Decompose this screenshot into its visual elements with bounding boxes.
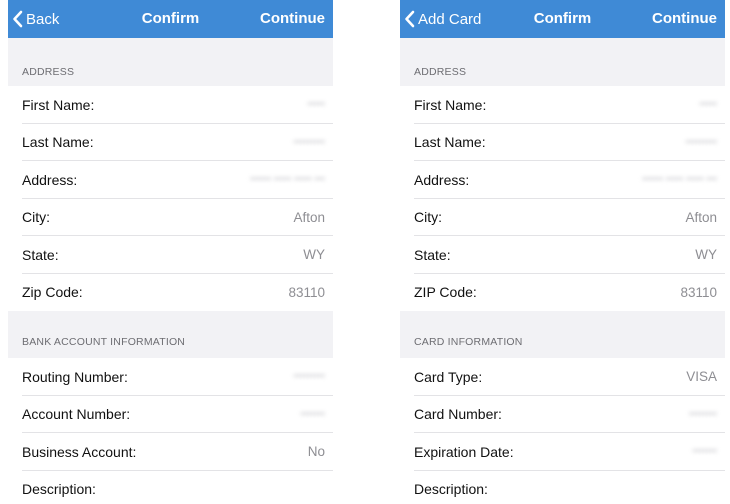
address-value: •••••• ••••• ••••• ••• — [642, 174, 717, 186]
row-label: Address: — [22, 171, 78, 188]
card-confirm-screen: Add Card Confirm Continue ADDRESS First … — [400, 0, 725, 504]
first-name-value: ••••• — [307, 99, 325, 111]
last-name-value: ••••••••• — [685, 136, 717, 148]
city-value: Afton — [685, 209, 717, 225]
continue-button[interactable]: Continue — [260, 0, 325, 38]
row-label: Card Number: — [414, 406, 502, 423]
zip-code-row: ZIP Code: 83110 — [400, 274, 725, 312]
row-label: Zip Code: — [22, 284, 83, 301]
routing-number-value: ••••••••• — [293, 371, 325, 383]
state-row: State: WY — [400, 236, 725, 274]
expiration-date-row: Expiration Date: ••••••• — [400, 433, 725, 471]
row-label: Description: — [22, 481, 96, 498]
card-information-rows: Card Type: VISA Card Number: •••••••• Expi… — [400, 358, 725, 504]
row-label: First Name: — [414, 96, 487, 113]
city-row: City: Afton — [400, 199, 725, 237]
add-card-back-button[interactable]: Add Card — [404, 0, 481, 38]
zip-code-row: Zip Code: 83110 — [8, 274, 333, 312]
row-label: City: — [414, 209, 442, 226]
row-label: Description: — [414, 481, 488, 498]
description-row: Description: — [400, 471, 725, 504]
expiration-date-value: ••••••• — [692, 446, 717, 458]
city-row: City: Afton — [8, 199, 333, 237]
state-value: WY — [695, 247, 717, 263]
address-rows: First Name: ••••• Last Name: ••••••••• Add… — [8, 86, 333, 311]
first-name-row: First Name: ••••• — [400, 86, 725, 124]
account-number-value: ••••••• — [300, 408, 325, 420]
routing-number-row: Routing Number: ••••••••• — [8, 358, 333, 396]
address-rows: First Name: ••••• Last Name: ••••••••• Add… — [400, 86, 725, 311]
row-label: Business Account: — [22, 443, 137, 460]
row-label: Last Name: — [414, 134, 486, 151]
card-number-value: •••••••• — [688, 408, 717, 420]
chevron-left-icon — [405, 10, 415, 28]
row-label: ZIP Code: — [414, 284, 477, 301]
row-label: Expiration Date: — [414, 443, 514, 460]
last-name-row: Last Name: ••••••••• — [8, 124, 333, 162]
business-account-row: Business Account: No — [8, 433, 333, 471]
state-row: State: WY — [8, 236, 333, 274]
row-label: First Name: — [22, 96, 95, 113]
continue-button[interactable]: Continue — [652, 0, 717, 38]
section-header-address: ADDRESS — [400, 38, 725, 86]
address-row: Address: •••••• ••••• ••••• ••• — [400, 161, 725, 199]
business-account-value: No — [307, 444, 325, 460]
nav-bar: Add Card Confirm Continue — [400, 0, 725, 38]
address-row: Address: •••••• ••••• ••••• ••• — [8, 161, 333, 199]
page-title: Confirm — [141, 10, 200, 27]
first-name-row: First Name: ••••• — [8, 86, 333, 124]
back-button-label: Add Card — [418, 10, 482, 28]
description-row: Description: — [8, 471, 333, 504]
page-title: Confirm — [533, 10, 592, 27]
back-button-label: Back — [26, 10, 60, 28]
city-value: Afton — [293, 209, 325, 225]
zip-code-value: 83110 — [288, 284, 325, 300]
row-label: Account Number: — [22, 406, 131, 423]
section-header-address: ADDRESS — [8, 38, 333, 86]
nav-bar: Back Confirm Continue — [8, 0, 333, 38]
last-name-row: Last Name: ••••••••• — [400, 124, 725, 162]
card-type-value: VISA — [686, 369, 717, 385]
bank-account-rows: Routing Number: ••••••••• Account Number:… — [8, 358, 333, 504]
row-label: State: — [22, 246, 59, 263]
card-number-row: Card Number: •••••••• — [400, 396, 725, 434]
chevron-left-icon — [13, 10, 23, 28]
back-button[interactable]: Back — [12, 0, 59, 38]
address-value: •••••• ••••• ••••• ••• — [250, 174, 325, 186]
row-label: State: — [414, 246, 451, 263]
account-number-row: Account Number: ••••••• — [8, 396, 333, 434]
card-type-row: Card Type: VISA — [400, 358, 725, 396]
row-label: Card Type: — [414, 368, 483, 385]
zip-code-value: 83110 — [680, 284, 717, 300]
bank-account-confirm-screen: Back Confirm Continue ADDRESS First Name… — [8, 0, 333, 504]
row-label: Routing Number: — [22, 368, 128, 385]
row-label: Address: — [414, 171, 470, 188]
section-header-bank-account: BANK ACCOUNT INFORMATION — [8, 311, 333, 358]
row-label: City: — [22, 209, 50, 226]
first-name-value: ••••• — [699, 99, 717, 111]
row-label: Last Name: — [22, 134, 94, 151]
section-header-card-information: CARD INFORMATION — [400, 311, 725, 358]
state-value: WY — [303, 247, 325, 263]
last-name-value: ••••••••• — [293, 136, 325, 148]
